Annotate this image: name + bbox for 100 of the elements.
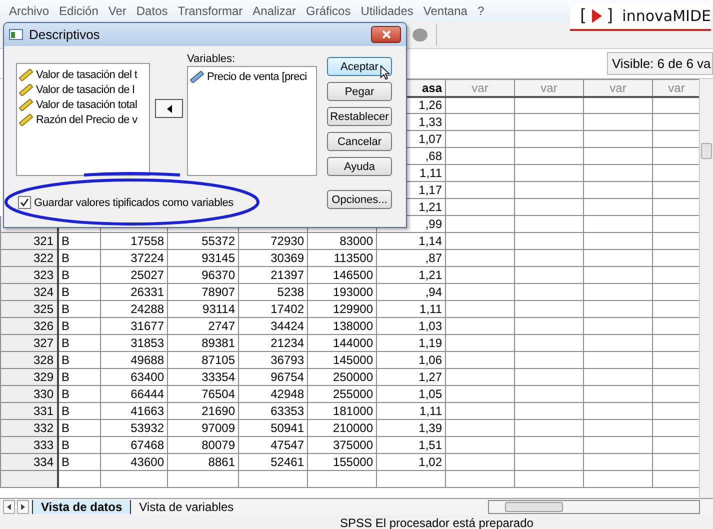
table-cell: 1,05: [418, 387, 442, 401]
menu-item[interactable]: Ver: [103, 4, 132, 18]
table-cell: 250000: [332, 370, 373, 384]
table-cell: 1,07: [418, 132, 442, 146]
table-cell: 78907: [202, 285, 235, 299]
table-cell: 67468: [130, 438, 164, 452]
table-cell: B: [62, 302, 70, 316]
table-cell: 17558: [130, 234, 164, 248]
save-standardized-checkbox[interactable]: Guardar valores tipificados como variables: [18, 196, 317, 209]
table-cell: 97009: [202, 421, 235, 435]
logo-bracket: ]: [606, 6, 614, 26]
close-button[interactable]: [371, 26, 401, 43]
table-cell: 25027: [130, 268, 164, 282]
table-cell: 21234: [270, 336, 304, 350]
table-cell: 1,27: [418, 370, 442, 384]
dialog-button[interactable]: Aceptar: [327, 57, 392, 76]
ruler-icon: [19, 84, 33, 96]
dialog-button[interactable]: Pegar: [327, 82, 392, 101]
table-cell: 1,14: [418, 234, 442, 248]
table-cell: 63400: [130, 370, 164, 384]
table-cell: 21690: [202, 404, 235, 418]
table-cell: 31677: [130, 319, 164, 333]
table-cell: B: [62, 353, 70, 367]
table-cell: 17402: [270, 302, 304, 316]
table-cell: 96754: [270, 370, 304, 384]
table-cell: 8861: [208, 455, 235, 469]
menu-item[interactable]: Ventana: [418, 4, 472, 18]
table-cell: 93145: [202, 251, 235, 265]
table-cell: 63353: [270, 404, 304, 418]
table-cell: 26331: [130, 285, 164, 299]
variable-item[interactable]: Valor de tasación de l: [17, 82, 149, 97]
variable-item[interactable]: Valor de tasación del t: [17, 67, 149, 82]
table-cell: 1,39: [418, 421, 442, 435]
menu-item[interactable]: Edición: [54, 4, 104, 18]
table-cell: 255000: [332, 387, 373, 401]
horizontal-scrollbar[interactable]: [488, 500, 700, 514]
menu-item[interactable]: Utilidades: [356, 4, 418, 18]
table-cell: 1,21: [418, 268, 442, 282]
table-cell: 50941: [270, 421, 304, 435]
variable-item[interactable]: Razón del Precio de v: [17, 112, 149, 127]
variable-item[interactable]: Valor de tasación total: [17, 97, 149, 112]
menu-item[interactable]: Gráficos: [301, 4, 356, 18]
table-cell: B: [62, 421, 70, 435]
table-cell: B: [62, 268, 70, 282]
table-cell: 129900: [332, 302, 373, 316]
ruler-icon: [190, 70, 204, 82]
checkmark-icon: [20, 198, 29, 207]
dialog-button[interactable]: Cancelar: [327, 132, 392, 151]
menu-item[interactable]: Transformar: [172, 4, 248, 18]
sheet-tab[interactable]: Vista de datos: [32, 500, 130, 514]
table-cell: 87105: [202, 353, 235, 367]
table-cell: 36793: [270, 353, 304, 367]
menu-item[interactable]: Analizar: [248, 4, 302, 18]
options-button[interactable]: Opciones...: [327, 190, 392, 209]
table-cell: 24288: [130, 302, 164, 316]
variable-item[interactable]: Precio de venta [preci: [188, 69, 316, 84]
logo-text: innovaMIDE: [622, 7, 711, 25]
table-cell: 72930: [270, 234, 304, 248]
vertical-scrollbar[interactable]: [699, 79, 713, 498]
table-cell: 1,51: [418, 438, 442, 452]
table-cell: 144000: [332, 336, 373, 350]
sheet-tab[interactable]: Vista de variables: [130, 500, 242, 514]
table-cell: 145000: [332, 353, 373, 367]
table-cell: ,68: [425, 149, 442, 163]
table-cell: 1,03: [418, 319, 442, 333]
table-cell: 34424: [270, 319, 304, 333]
table-cell: 89381: [202, 336, 235, 350]
table-cell: B: [62, 455, 70, 469]
table-cell: 37224: [130, 251, 164, 265]
table-cell: 146500: [332, 268, 373, 282]
move-button[interactable]: [155, 99, 183, 118]
menu-item[interactable]: ?: [472, 4, 490, 18]
logo-bracket: [: [580, 6, 587, 26]
table-cell: B: [62, 387, 70, 401]
table-cell: B: [62, 438, 70, 452]
table-cell: B: [62, 319, 70, 333]
table-cell: 47547: [270, 438, 304, 452]
table-cell: 52461: [270, 455, 304, 469]
table-cell: 1,11: [420, 166, 442, 180]
dialog-button[interactable]: Ayuda: [327, 157, 392, 176]
table-cell: 1,26: [418, 98, 442, 112]
table-cell: 80079: [202, 438, 235, 452]
table-cell: 93114: [202, 302, 235, 316]
table-cell: 181000: [332, 404, 373, 418]
table-cell: 1,19: [418, 336, 442, 350]
dialog-button[interactable]: Restablecer: [327, 107, 392, 126]
table-cell: 1,17: [418, 183, 442, 197]
visible-count: Visible: 6 de 6 va: [607, 52, 713, 75]
table-cell: 66444: [130, 387, 164, 401]
menu-item[interactable]: Archivo: [4, 4, 54, 18]
table-cell: 30369: [270, 251, 304, 265]
table-cell: 375000: [332, 438, 373, 452]
ruler-icon: [19, 68, 33, 80]
table-cell: 138000: [332, 319, 373, 333]
table-cell: B: [62, 285, 70, 299]
table-cell: 1,11: [420, 302, 442, 316]
window-icon: [9, 29, 23, 40]
table-cell: 33354: [202, 370, 235, 384]
table-cell: B: [62, 404, 70, 418]
menu-item[interactable]: Datos: [131, 4, 173, 18]
